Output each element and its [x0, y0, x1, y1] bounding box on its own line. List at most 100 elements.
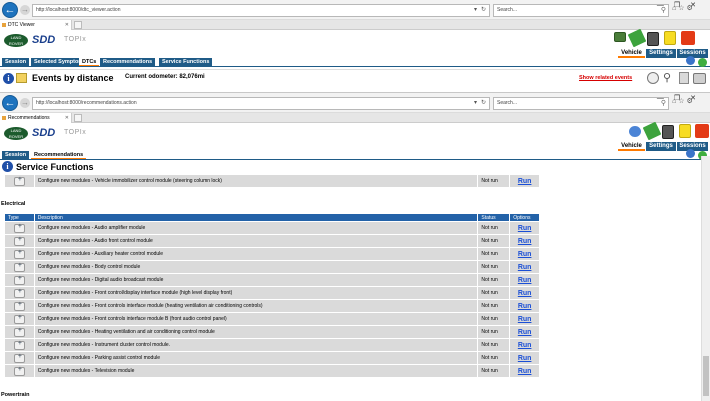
tab-recommendations[interactable]: Recommendations ✕ [0, 113, 72, 123]
back-arrow-icon[interactable]: ← [2, 95, 18, 111]
notes-icon[interactable] [679, 124, 691, 138]
menu-recommendations[interactable]: Recommendations [100, 58, 156, 66]
status-cell: Not run [477, 338, 511, 352]
options-cell: Run [509, 325, 540, 339]
top-row-table: Configure new modules - Vehicle immobili… [4, 174, 540, 188]
status-cell: Not run [477, 312, 511, 326]
options-cell: Run [509, 234, 540, 248]
back-arrow-icon[interactable]: ← [2, 2, 18, 18]
usb-icon[interactable] [686, 149, 695, 158]
header-description: Description [33, 213, 479, 222]
print-icon[interactable] [693, 73, 706, 84]
tab-strip: DTC Viewer ✕ [0, 20, 710, 30]
type-cell [4, 312, 35, 326]
tab-strip: Recommendations ✕ [0, 113, 710, 123]
topix-logo: TOPIx [64, 36, 87, 43]
search-input[interactable]: Search... ⚲ [493, 97, 669, 110]
vehicle-connect-icon[interactable] [614, 32, 626, 42]
search-input[interactable]: Search... ⚲ [493, 4, 669, 17]
minimize-icon[interactable]: — [657, 95, 674, 102]
dropdown-icon[interactable]: ▾ [474, 98, 477, 109]
module-icon [13, 327, 25, 337]
run-link[interactable]: Run [518, 316, 532, 323]
list-icon[interactable] [679, 72, 689, 84]
run-link[interactable]: Run [518, 238, 532, 245]
refresh-icon[interactable]: ↻ [481, 98, 486, 109]
forward-arrow-icon[interactable]: → [20, 5, 30, 15]
tab-dtc-viewer[interactable]: DTC Viewer ✕ [0, 20, 72, 30]
electrical-table: Type Description Status Options Configur… [4, 213, 540, 378]
wrench-icon[interactable] [627, 28, 647, 48]
run-link[interactable]: Run [518, 355, 532, 362]
menu-session[interactable]: Session [2, 151, 30, 159]
magnifier-icon[interactable]: ⚲ [663, 71, 671, 84]
dropdown-icon[interactable]: ▾ [474, 5, 477, 16]
run-link[interactable]: Run [518, 290, 532, 297]
table-row: Configure new modules - Parking assist c… [4, 351, 540, 365]
search-placeholder: Search... [497, 7, 518, 13]
run-link[interactable]: Run [518, 368, 532, 375]
menu-session[interactable]: Session [2, 58, 30, 66]
header-options: Options [509, 213, 540, 222]
new-tab-button[interactable] [74, 21, 82, 29]
scrollbar-thumb[interactable] [703, 356, 709, 396]
options-cell: Run [509, 299, 540, 313]
folder-icon[interactable] [16, 73, 27, 83]
network-icon[interactable] [629, 126, 641, 137]
run-link[interactable]: Run [518, 225, 532, 232]
table-row: Configure new modules - Audio front cont… [4, 234, 540, 248]
rss-icon[interactable] [681, 31, 695, 45]
address-bar[interactable]: http://localhost:8000/recommendations.ac… [32, 97, 490, 110]
forward-arrow-icon[interactable]: → [20, 98, 30, 108]
wrench-icon[interactable] [642, 121, 662, 141]
table-row: Configure new modules - Digital audio br… [4, 273, 540, 287]
type-cell [4, 286, 35, 300]
nav-tab-vehicle[interactable]: Vehicle [618, 49, 645, 58]
close-icon[interactable]: ✕ [690, 2, 706, 9]
table-row: Configure new modules - Front controls i… [4, 299, 540, 313]
window-controls: —❐✕ [657, 1, 706, 9]
sdd-header: LAND ROVER SDD TOPIx Vehicle Settings Ses… [0, 28, 710, 58]
run-link[interactable]: Run [518, 303, 532, 310]
table-header: Type Description Status Options [4, 213, 540, 222]
notes-icon[interactable] [664, 31, 676, 45]
printer-icon[interactable] [662, 125, 674, 139]
tab-close-icon[interactable]: ✕ [65, 20, 69, 30]
run-link[interactable]: Run [518, 277, 532, 284]
tab-close-icon[interactable]: ✕ [65, 113, 69, 123]
rss-icon[interactable] [695, 124, 709, 138]
usb-icon[interactable] [686, 56, 695, 65]
menu-service-functions[interactable]: Service Functions [159, 58, 213, 66]
restore-icon[interactable]: ❐ [674, 95, 690, 102]
restore-icon[interactable]: ❐ [674, 2, 690, 9]
printer-icon[interactable] [647, 32, 659, 46]
run-link[interactable]: Run [518, 342, 532, 349]
table-row: Configure new modules - Auxiliary heater… [4, 247, 540, 261]
nav-tab-settings[interactable]: Settings [646, 142, 676, 151]
scrollbar[interactable] [701, 156, 710, 401]
run-link[interactable]: Run [518, 178, 532, 185]
menu-dtcs[interactable]: DTCs [79, 58, 100, 66]
close-icon[interactable]: ✕ [690, 95, 706, 102]
table-row: Configure new modules - Body control mod… [4, 260, 540, 274]
clock-icon[interactable] [647, 72, 659, 84]
new-tab-button[interactable] [74, 114, 82, 122]
nav-tab-settings[interactable]: Settings [646, 49, 676, 58]
run-link[interactable]: Run [518, 264, 532, 271]
show-related-events-link[interactable]: Show related events [579, 75, 632, 81]
refresh-icon[interactable]: ↻ [481, 5, 486, 16]
menu-recommendations[interactable]: Recommendations [31, 151, 87, 159]
module-icon [13, 249, 25, 259]
run-link[interactable]: Run [518, 251, 532, 258]
browser-toolbar: ← → http://localhost:8000/recommendation… [0, 93, 710, 113]
address-bar[interactable]: http://localhost:8000/dtc_viewer.action … [32, 4, 490, 17]
status-cell: Not run [477, 325, 511, 339]
minimize-icon[interactable]: — [657, 2, 674, 9]
options-cell: Run [509, 273, 540, 287]
description-cell: Configure new modules - Auxiliary heater… [33, 247, 479, 261]
run-link[interactable]: Run [518, 329, 532, 336]
options-cell: Run [509, 312, 540, 326]
module-icon [13, 340, 25, 350]
type-cell [4, 247, 35, 261]
nav-tab-vehicle[interactable]: Vehicle [618, 142, 645, 151]
